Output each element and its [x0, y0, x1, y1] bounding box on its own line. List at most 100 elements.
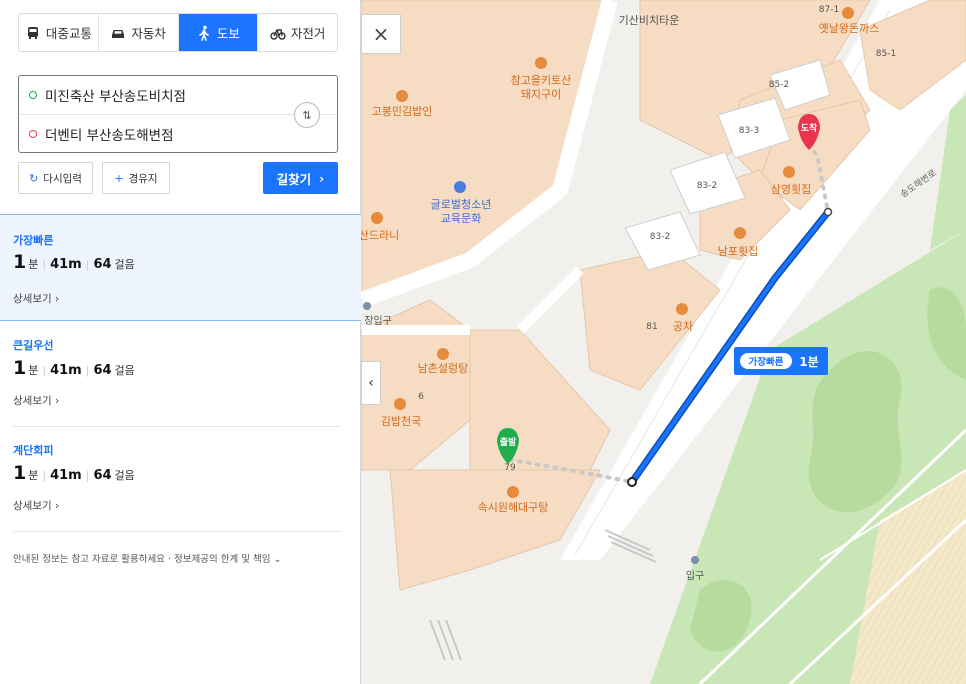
destination-dot-icon [29, 129, 37, 138]
place-label: 6 [418, 392, 424, 402]
place-label: 삼영횟집 [771, 183, 811, 196]
place-label: 83-2 [697, 181, 717, 191]
route-minute-unit: 분 [28, 469, 39, 482]
tab-car[interactable]: 자동차 [99, 14, 179, 51]
route-badge[interactable]: 가장빠른 1분 [734, 347, 828, 375]
place-label: 참고을키토산 [511, 74, 572, 87]
place-label: 공차 [673, 320, 693, 333]
reset-label: 다시입력 [43, 172, 82, 185]
entrance-icon [691, 556, 699, 564]
route-panel: 대중교통 자동차 도보 자전거 미진축산 부산송도비치점 더벤티 부산송도해변점… [0, 0, 361, 684]
route-option-main-road[interactable]: 큰길우선 1 분 | 41m | 64 걸음 상세보기 › [0, 322, 361, 426]
place-label: 입구 [686, 569, 704, 582]
place-label: 87-1 [819, 5, 839, 15]
route-summary: 1 분 | 41m | 64 걸음 [13, 251, 135, 273]
education-poi-icon [454, 181, 466, 193]
place-label: 83-3 [739, 126, 759, 136]
route-minutes: 1 [13, 357, 27, 379]
place-label: 장입구 [364, 314, 392, 327]
route-badge-time: 1분 [799, 355, 818, 369]
route-distance: 41m [50, 363, 82, 378]
tab-label: 자전거 [290, 26, 326, 41]
transport-mode-tabs: 대중교통 자동차 도보 자전거 [18, 13, 338, 52]
end-label: 도착 [801, 122, 818, 134]
app: 기산비치타운 87-1 옛날왕돈까스 85-1 85-2 참고을키토산 돼지구이… [0, 0, 966, 684]
place-label: 83-2 [650, 232, 670, 242]
find-route-button[interactable]: 길찾기 › [263, 162, 338, 194]
place-label: 85-1 [876, 49, 896, 59]
route-detail-link[interactable]: 상세보기 › [13, 498, 59, 513]
origin-dot-icon [29, 91, 37, 99]
route-distance: 41m [50, 257, 82, 272]
place-label: 남촌설렁탕 [418, 362, 469, 375]
route-start-node [627, 477, 637, 487]
disclaimer-notice[interactable]: 안내된 정보는 참고 자료로 활용하세요 · 정보제공의 한계 및 책임 ⌄ [13, 551, 281, 565]
route-summary: 1 분 | 41m | 64 걸음 [13, 357, 135, 379]
close-icon: × [372, 22, 390, 46]
place-label: 81 [646, 322, 657, 332]
place-label: 속시원해대구탕 [478, 500, 549, 514]
route-step-unit: 걸음 [114, 364, 135, 377]
route-distance: 41m [50, 468, 82, 483]
swap-button[interactable]: ⇅ [294, 102, 320, 128]
separator: | [85, 258, 90, 271]
tab-label: 도보 [216, 26, 240, 41]
route-steps: 64 [93, 363, 112, 378]
route-steps: 64 [93, 468, 112, 483]
chevron-right-icon: › [319, 170, 325, 186]
tab-label: 대중교통 [45, 26, 92, 41]
route-option-avoid-stairs[interactable]: 계단회피 1 분 | 41m | 64 걸음 상세보기 › [0, 427, 361, 531]
origin-field[interactable]: 미진축산 부산송도비치점 [19, 76, 337, 114]
place-label: 글로벌청소년 [431, 198, 492, 211]
place-label: 김밥천국 [381, 414, 421, 428]
divider [13, 531, 341, 532]
tab-walk[interactable]: 도보 [178, 14, 259, 51]
walk-icon [199, 25, 209, 41]
route-title: 계단회피 [13, 444, 54, 457]
start-label: 출발 [500, 436, 517, 448]
route-steps: 64 [93, 257, 112, 272]
origin-value: 미진축산 부산송도비치점 [45, 89, 186, 105]
route-badge-tag: 가장빠른 [749, 356, 784, 368]
add-waypoint-button[interactable]: + 경유지 [102, 162, 170, 194]
route-minute-unit: 분 [28, 258, 39, 271]
place-label: 돼지구이 [521, 88, 561, 101]
place-label: 85-2 [769, 80, 789, 90]
route-detail-link[interactable]: 상세보기 › [13, 393, 59, 408]
route-title: 가장빠른 [13, 234, 54, 247]
route-option-fastest[interactable]: 가장빠른 1 분 | 41m | 64 걸음 상세보기 › [0, 214, 361, 321]
tab-bicycle[interactable]: 자전거 [258, 14, 337, 51]
bicycle-icon [270, 28, 286, 40]
route-detail-link[interactable]: 상세보기 › [13, 291, 59, 306]
find-label: 길찾기 [276, 171, 312, 187]
route-minutes: 1 [13, 251, 27, 273]
route-actions: ↻ 다시입력 + 경유지 길찾기 › [18, 162, 338, 194]
place-label: 남포횟집 [718, 245, 758, 258]
entrance-icon-2 [363, 302, 371, 310]
collapse-panel-button[interactable]: ‹ [361, 361, 381, 405]
waypoint-label: 경유지 [128, 172, 158, 185]
place-label: 고봉민김밥인 [372, 105, 433, 118]
close-route-button[interactable]: × [361, 14, 401, 54]
swap-icon: ⇅ [302, 108, 312, 122]
route-summary: 1 분 | 41m | 64 걸음 [13, 462, 135, 484]
separator: | [42, 364, 47, 377]
place-label: 옛날왕돈까스 [819, 22, 880, 35]
place-label: 기산비치타운 [619, 14, 680, 27]
place-label: 교육문화 [441, 212, 481, 225]
tab-label: 자동차 [131, 26, 166, 41]
separator: | [42, 469, 47, 482]
plus-icon: + [114, 171, 124, 185]
route-end-node [823, 207, 833, 217]
refresh-icon: ↻ [29, 171, 39, 185]
separator: | [42, 258, 47, 271]
reset-button[interactable]: ↻ 다시입력 [18, 162, 93, 194]
separator: | [85, 469, 90, 482]
chevron-left-icon: ‹ [368, 375, 374, 391]
bus-icon [27, 26, 38, 39]
destination-field[interactable]: 더벤티 부산송도해변점 [19, 114, 337, 152]
route-minute-unit: 분 [28, 364, 39, 377]
destination-value: 더벤티 부산송도해변점 [45, 127, 174, 144]
car-icon [112, 29, 125, 38]
tab-transit[interactable]: 대중교통 [19, 14, 99, 51]
